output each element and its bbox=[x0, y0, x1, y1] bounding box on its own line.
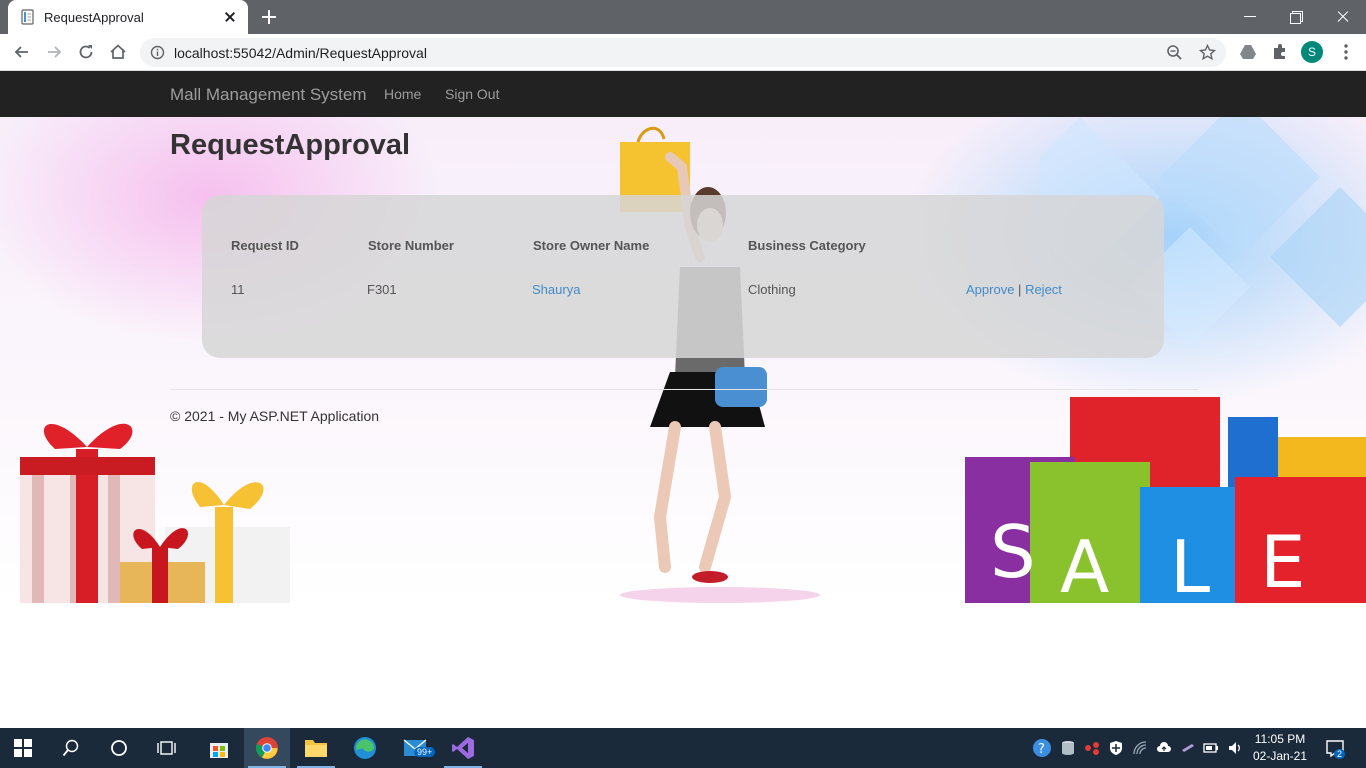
bookmark-star-icon[interactable] bbox=[1199, 44, 1216, 61]
tab-close-icon[interactable] bbox=[222, 9, 238, 25]
chrome-taskbar-icon[interactable] bbox=[244, 728, 290, 768]
browser-tab[interactable]: RequestApproval bbox=[8, 0, 248, 34]
svg-text:?: ? bbox=[1038, 742, 1045, 757]
background-image: S A L E RequestApproval Request ID Store… bbox=[0, 117, 1366, 603]
nav-link-home[interactable]: Home bbox=[384, 86, 421, 102]
wifi-tray-icon[interactable] bbox=[1132, 740, 1148, 756]
zoom-icon[interactable] bbox=[1166, 44, 1183, 61]
back-arrow-icon[interactable] bbox=[12, 42, 32, 62]
restore-window-icon[interactable] bbox=[1285, 5, 1309, 29]
forward-arrow-icon[interactable] bbox=[44, 42, 64, 62]
volume-tray-icon[interactable] bbox=[1227, 740, 1243, 756]
footer-text: © 2021 - My ASP.NET Application bbox=[170, 408, 380, 424]
sale-letter-a: A bbox=[1060, 525, 1109, 603]
drive-extension-icon[interactable] bbox=[1238, 42, 1258, 62]
new-tab-plus-icon[interactable] bbox=[260, 8, 278, 26]
column-header-store-owner-name: Store Owner Name bbox=[533, 238, 650, 253]
reload-icon[interactable] bbox=[76, 42, 96, 62]
tab-title: RequestApproval bbox=[44, 9, 144, 25]
address-bar[interactable]: localhost:55042/Admin/RequestApproval bbox=[140, 38, 1226, 67]
browser-menu-icon[interactable] bbox=[1336, 42, 1356, 62]
site-info-icon[interactable] bbox=[150, 45, 165, 60]
column-header-business-category: Business Category bbox=[748, 238, 866, 253]
visual-studio-icon[interactable] bbox=[440, 728, 486, 768]
row-actions: Approve | Reject bbox=[966, 282, 1062, 297]
owner-name-link[interactable]: Shaurya bbox=[532, 282, 580, 297]
web-page: Mall Management System Home Sign Out S A… bbox=[0, 71, 1366, 728]
column-header-request-id: Request ID bbox=[231, 238, 299, 253]
sale-letter-e: E bbox=[1260, 520, 1306, 603]
site-navbar: Mall Management System Home Sign Out bbox=[0, 71, 1366, 117]
cell-business-category: Clothing bbox=[748, 282, 796, 297]
search-icon[interactable] bbox=[48, 728, 94, 768]
battery-tray-icon[interactable] bbox=[1203, 740, 1219, 756]
mail-icon[interactable]: 99+ bbox=[392, 728, 438, 768]
onedrive-cloud-tray-icon[interactable] bbox=[1156, 740, 1172, 756]
sale-letter-s: S bbox=[990, 510, 1036, 594]
cell-store-number: F301 bbox=[367, 282, 397, 297]
windows-start-icon[interactable] bbox=[0, 728, 46, 768]
sale-bags-decoration: S A L E bbox=[965, 397, 1366, 603]
microsoft-store-icon[interactable] bbox=[196, 728, 242, 768]
pen-tray-icon[interactable] bbox=[1180, 740, 1196, 756]
database-tray-icon[interactable] bbox=[1060, 740, 1076, 756]
clock-time: 11:05 PM bbox=[1254, 732, 1306, 746]
file-explorer-icon[interactable] bbox=[293, 728, 339, 768]
home-icon[interactable] bbox=[108, 42, 128, 62]
navbar-brand[interactable]: Mall Management System bbox=[170, 85, 367, 105]
minimize-window-icon[interactable] bbox=[1238, 5, 1262, 29]
system-clock[interactable]: 11:05 PM 02-Jan-21 bbox=[1248, 731, 1312, 765]
reject-link[interactable]: Reject bbox=[1025, 282, 1062, 297]
mail-unread-badge: 99+ bbox=[414, 747, 436, 757]
clock-date: 02-Jan-21 bbox=[1252, 749, 1308, 763]
extensions-puzzle-icon[interactable] bbox=[1270, 42, 1290, 62]
browser-toolbar: localhost:55042/Admin/RequestApproval S bbox=[0, 34, 1366, 71]
page-icon bbox=[21, 9, 34, 25]
column-header-store-number: Store Number bbox=[368, 238, 454, 253]
close-window-icon[interactable] bbox=[1331, 5, 1355, 29]
notification-count-badge: 2 bbox=[1334, 749, 1346, 759]
page-title: RequestApproval bbox=[170, 129, 411, 161]
action-separator: | bbox=[1018, 282, 1022, 297]
sale-letter-l: L bbox=[1170, 525, 1210, 603]
task-view-icon[interactable] bbox=[144, 728, 190, 768]
approve-link[interactable]: Approve bbox=[966, 282, 1014, 297]
tab-strip: RequestApproval bbox=[0, 0, 1366, 34]
profile-avatar[interactable]: S bbox=[1301, 41, 1323, 63]
security-shield-tray-icon[interactable] bbox=[1108, 740, 1124, 756]
windows-taskbar: 99+ ? 11:05 PM 02-Jan-21 2 bbox=[0, 728, 1366, 768]
cortana-circle-icon[interactable] bbox=[96, 728, 142, 768]
requests-table-panel: Request ID Store Number Store Owner Name… bbox=[202, 195, 1164, 358]
footer-divider bbox=[170, 389, 1198, 390]
shopping-girl-illustration bbox=[620, 127, 820, 603]
edge-browser-icon[interactable] bbox=[342, 728, 388, 768]
cell-request-id: 11 bbox=[231, 282, 245, 297]
help-tray-icon[interactable]: ? bbox=[1032, 738, 1052, 758]
nav-link-sign-out[interactable]: Sign Out bbox=[445, 86, 499, 102]
url-text: localhost:55042/Admin/RequestApproval bbox=[174, 44, 427, 61]
network-share-tray-icon[interactable] bbox=[1084, 740, 1100, 756]
